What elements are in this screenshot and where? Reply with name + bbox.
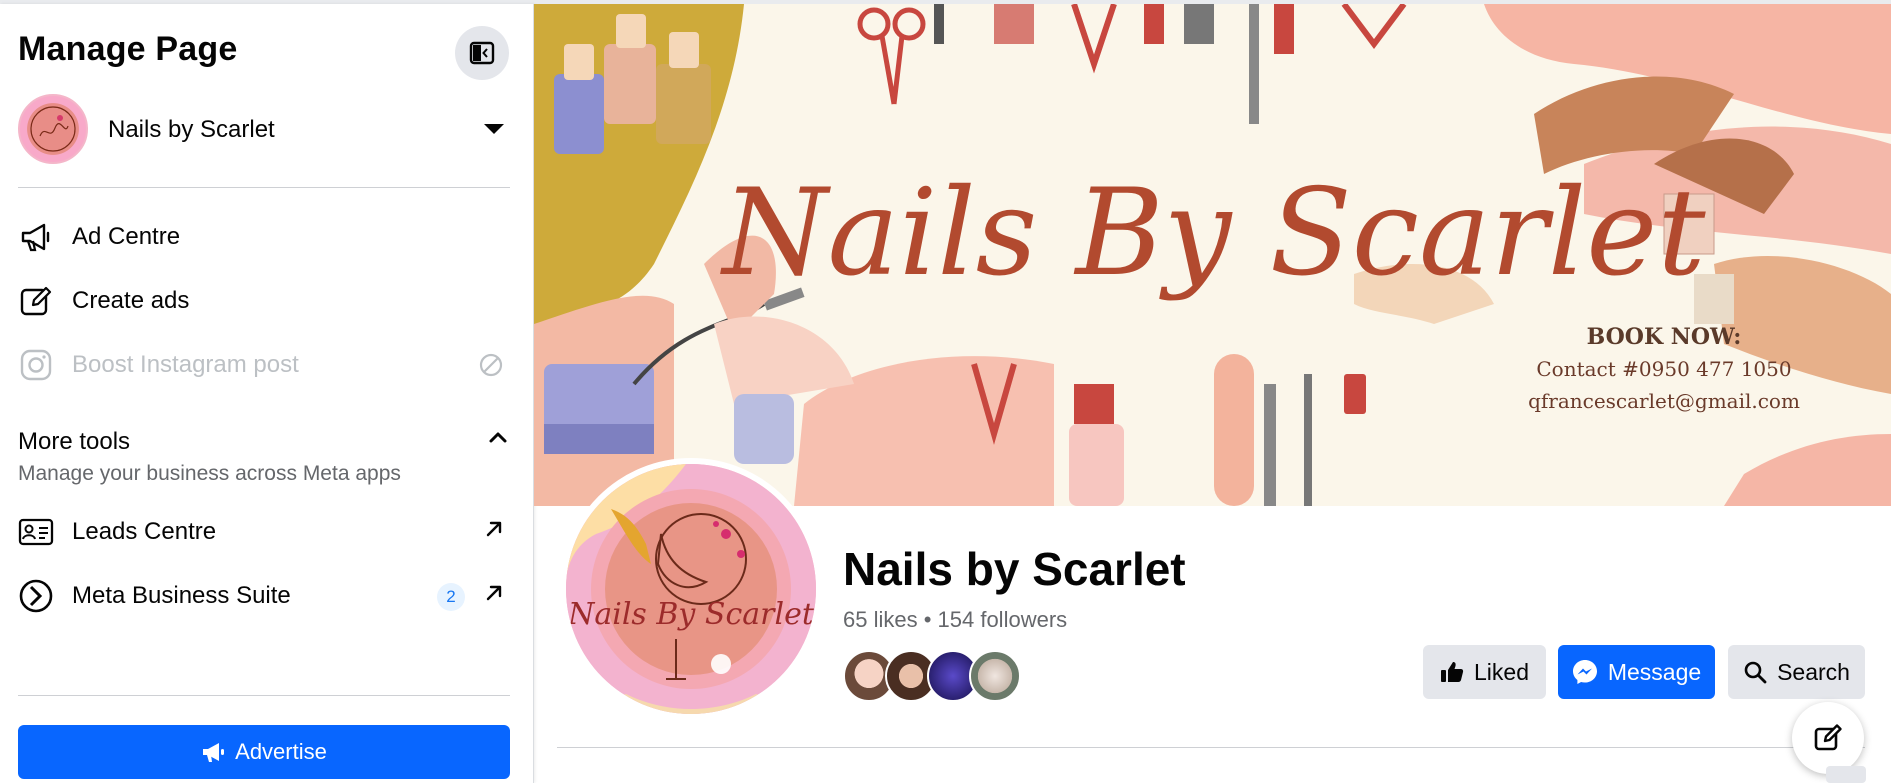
cover-brand-text: Nails By Scarlet <box>719 164 1706 303</box>
page-title: Nails by Scarlet <box>843 543 1186 595</box>
search-label: Search <box>1777 658 1850 685</box>
external-link-arrow-icon <box>484 519 504 544</box>
compose-icon <box>1814 724 1842 751</box>
sidebar-toggle-icon <box>469 41 495 65</box>
sidebar-item-label: Create ads <box>72 287 190 314</box>
sidebar-item-boost-instagram-post[interactable]: Boost Instagram post <box>18 340 510 390</box>
sidebar-item-leads-centre[interactable]: Leads Centre <box>18 507 510 557</box>
not-allowed-icon <box>478 352 504 383</box>
notification-badge: 2 <box>437 583 465 611</box>
sidebar-item-meta-business-suite[interactable]: Meta Business Suite 2 <box>18 571 510 621</box>
advertise-label: Advertise <box>235 739 327 764</box>
sidebar-item-ad-centre[interactable]: Ad Centre <box>18 212 510 262</box>
more-tools-subtitle: Manage your business across Meta apps <box>18 462 401 485</box>
profile-picture[interactable]: Nails By Scarlet <box>560 458 822 720</box>
compose-button[interactable] <box>1792 702 1864 774</box>
manage-page-sidebar: Manage Page Nails by Scarlet Ad Centre C… <box>0 4 534 783</box>
messenger-icon <box>1572 659 1598 685</box>
contact-card-icon <box>18 514 54 550</box>
megaphone-icon <box>18 219 54 255</box>
selected-page-name: Nails by Scarlet <box>108 116 275 143</box>
message-label: Message <box>1607 658 1702 685</box>
sidebar-divider <box>18 695 510 696</box>
page-selector[interactable]: Nails by Scarlet <box>18 94 510 166</box>
page-avatar <box>18 94 88 164</box>
sidebar-item-label: Ad Centre <box>72 223 181 250</box>
sidebar-item-create-ads[interactable]: Create ads <box>18 276 510 326</box>
message-button[interactable]: Message <box>1558 645 1715 699</box>
cover-email: qfrancescarlet@gmail.com <box>1528 389 1800 413</box>
collapse-sidebar-button[interactable] <box>455 26 509 80</box>
cover-photo[interactable]: Nails By Scarlet BOOK NOW: Contact #0950… <box>534 4 1891 506</box>
chevron-up-icon[interactable] <box>488 430 508 449</box>
avatar[interactable] <box>969 650 1021 702</box>
megaphone-icon <box>201 741 225 763</box>
cover-book-now: BOOK NOW: <box>1587 324 1742 350</box>
profile-logo-text: Nails By Scarlet <box>567 597 815 632</box>
more-tools-heading: More tools <box>18 428 131 455</box>
sidebar-item-label: Meta Business Suite <box>72 582 291 609</box>
profile-divider <box>557 747 1865 748</box>
scroll-element <box>1826 766 1866 783</box>
thumbs-up-icon <box>1440 660 1464 684</box>
search-icon <box>1743 660 1767 684</box>
cover-contact: Contact #0950 477 1050 <box>1536 357 1791 381</box>
search-button[interactable]: Search <box>1728 645 1865 699</box>
sidebar-divider <box>18 187 510 188</box>
meta-business-suite-icon <box>18 578 54 614</box>
liked-button[interactable]: Liked <box>1423 645 1546 699</box>
pencil-square-icon <box>18 283 54 319</box>
sidebar-title: Manage Page <box>18 30 238 68</box>
caret-down-icon[interactable] <box>484 124 504 134</box>
advertise-button[interactable]: Advertise <box>18 725 510 779</box>
page-stats[interactable]: 65 likes • 154 followers <box>843 607 1067 633</box>
profile-logo-image: Nails By Scarlet <box>566 464 816 714</box>
instagram-icon <box>18 347 54 383</box>
sidebar-item-label: Boost Instagram post <box>72 351 299 378</box>
liked-label: Liked <box>1474 658 1529 685</box>
external-link-arrow-icon <box>484 583 504 608</box>
sidebar-item-label: Leads Centre <box>72 518 217 545</box>
